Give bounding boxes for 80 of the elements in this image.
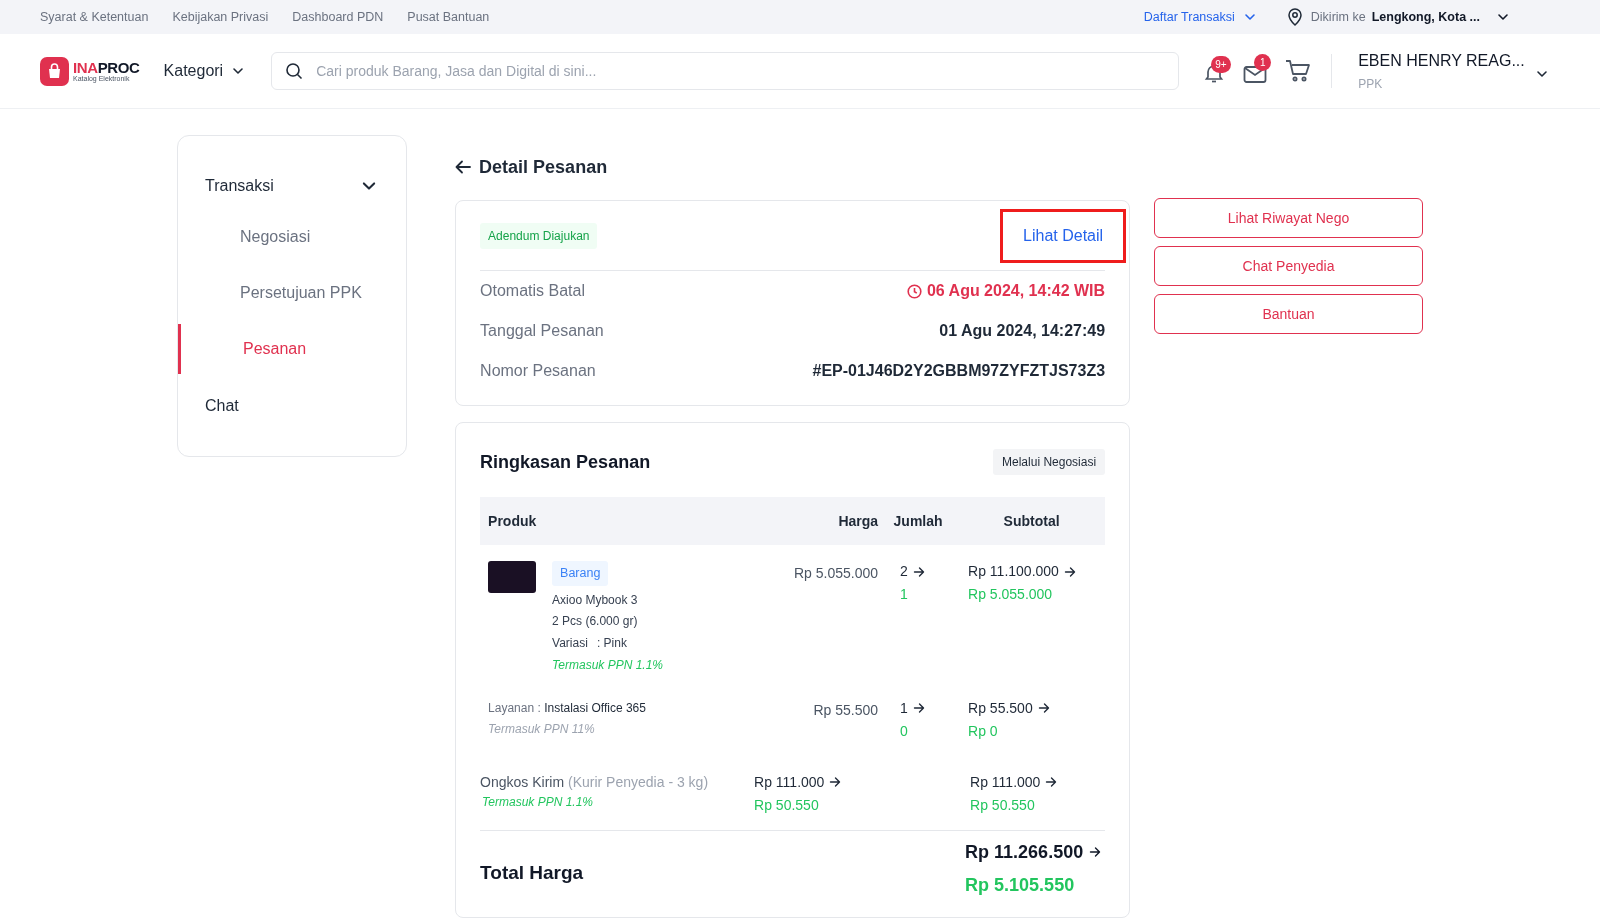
sidebar-item[interactable]: Chat (178, 386, 407, 426)
new-subtotal: Rp 5.055.000 (968, 585, 1054, 604)
product-name: Axioo Mybook 3 (552, 591, 639, 609)
field-label: Otomatis Batal (480, 281, 585, 301)
sidebar-item[interactable]: Persetujuan PPK (178, 268, 407, 318)
notification-button[interactable]: 9+ (1203, 58, 1228, 84)
footer-link[interactable]: Kebijakan Privasi (172, 7, 269, 27)
back-arrow-icon[interactable] (455, 160, 472, 174)
arrow-right-icon (1089, 846, 1102, 859)
arrow-right-icon (912, 565, 925, 578)
action-button[interactable]: Lihat Riwayat Nego (1154, 198, 1423, 238)
sidebar-group-toggle[interactable]: Transaksi (178, 166, 407, 206)
total-label: Total Harga (480, 860, 584, 885)
user-menu[interactable]: EBEN HENRY REAG... PPK (1358, 49, 1549, 93)
new-total: Rp 5.105.550 (965, 873, 1076, 897)
new-price: Rp 50.550 (754, 795, 820, 815)
footer-link[interactable]: Syarat & Ketentuan (40, 7, 149, 27)
notification-badge: 9+ (1211, 56, 1231, 73)
old-total: Rp 11.266.500 (965, 838, 1106, 866)
location-pin-icon (1286, 8, 1303, 26)
price-cell-text: Rp 5.055.000 (794, 564, 879, 583)
page-title: Detail Pesanan (479, 155, 608, 179)
tax-note: Termasuk PPN 1.1% (552, 656, 663, 674)
method-tag: Melalui Negosiasi (993, 449, 1106, 475)
footer-link[interactable]: Dashboard PDN (292, 7, 384, 27)
transactions-dropdown[interactable]: Daftar Transaksi (1143, 7, 1257, 27)
search-field[interactable]: Cari produk Barang, Jasa dan Digital di sini... (271, 52, 1180, 90)
new-subtotal: Rp 0 (968, 721, 999, 741)
product-quantity: 2 Pcs (6.000 gr) (552, 612, 639, 630)
field-value: 01 Agu 2024, 14:27:49 (939, 321, 1106, 341)
variant-value: : Pink (596, 634, 627, 652)
field-value: 06 Agu 2024, 14:42 WIB (926, 281, 1106, 301)
field-label: Tanggal Pesanan (480, 321, 604, 341)
cart-icon (1285, 59, 1312, 83)
view-detail-link[interactable]: Lihat Detail (1000, 208, 1127, 263)
category-dropdown[interactable]: Kategori (163, 59, 246, 83)
action-button[interactable]: Chat Penyedia (1154, 246, 1423, 286)
new-quantity: 1 (900, 585, 909, 604)
product-type-tag: Barang (552, 561, 609, 586)
old-price: Rp 111.000 (754, 771, 879, 793)
ship-label: Dikirim ke (1310, 8, 1366, 26)
new-quantity: 0 (900, 721, 909, 741)
arrow-right-icon (912, 702, 925, 715)
field-value: #EP-01J46D2Y2GBBM97ZYFZTJS73Z3 (812, 361, 1106, 381)
envelope-icon (1243, 64, 1268, 84)
service-name: Layanan : Instalasi Office 365 (488, 699, 647, 717)
user-role: PPK (1358, 76, 1384, 93)
price-cell-text: Rp 55.500 (813, 700, 879, 720)
new-subtotal: Rp 50.550 (970, 795, 1036, 815)
old-quantity: 1 (900, 697, 959, 719)
old-subtotal: Rp 11.100.000 (968, 561, 1106, 582)
logo-text: INAPROC (73, 60, 140, 75)
shopping-bag-logo-icon (40, 56, 69, 86)
old-subtotal: Rp 55.500 (968, 697, 1106, 719)
mail-badge: 1 (1254, 54, 1272, 71)
column-header: Subtotal (1003, 511, 1060, 531)
column-header: Harga (838, 511, 879, 531)
arrow-right-icon (1045, 776, 1058, 789)
summary-title: Ringkasan Pesanan (480, 450, 651, 474)
variant-label: Variasi (552, 634, 588, 652)
column-header: Jumlah (893, 511, 943, 531)
field-label: Nomor Pesanan (480, 361, 596, 381)
column-header: Produk (487, 511, 537, 531)
location-dropdown[interactable]: Lengkong, Kota ... (1371, 7, 1510, 27)
old-subtotal: Rp 111.000 (970, 771, 1106, 793)
action-button[interactable]: Bantuan (1154, 294, 1423, 334)
tax-note: Termasuk PPN 11% (488, 720, 596, 738)
arrow-right-icon (1063, 565, 1076, 578)
arrow-right-icon (1037, 702, 1050, 715)
user-name: EBEN HENRY REAG... (1358, 51, 1525, 71)
cart-button[interactable] (1285, 59, 1312, 83)
sidebar-item[interactable]: Negosiasi (178, 212, 407, 262)
search-icon (285, 62, 304, 80)
product-photo-placeholder (488, 561, 537, 593)
clock-icon (906, 283, 922, 299)
arrow-right-icon (829, 776, 842, 789)
footer-link[interactable]: Pusat Bantuan (407, 7, 490, 27)
status-tag: Adendum Diajukan (480, 222, 598, 249)
old-quantity: 2 (900, 561, 959, 582)
sidebar-item[interactable]: Pesanan (178, 324, 407, 374)
